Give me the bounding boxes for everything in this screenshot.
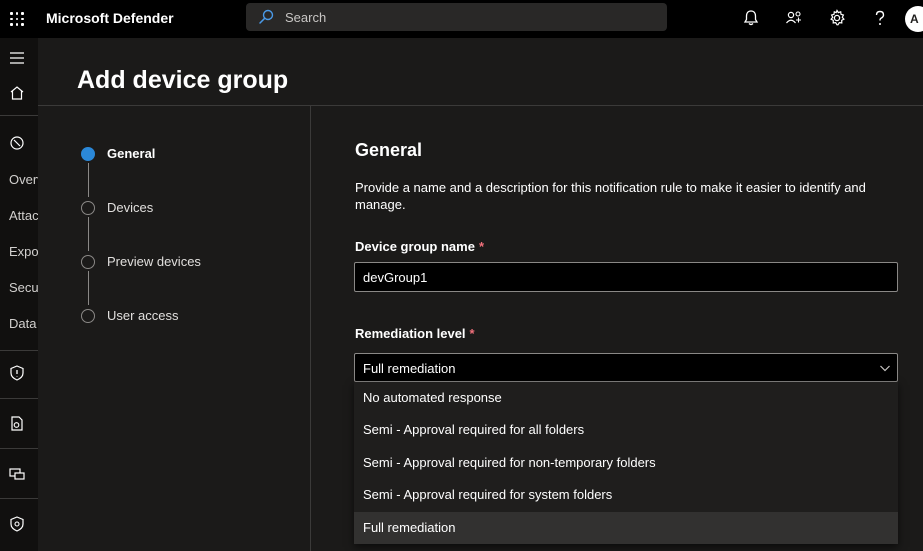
gear-icon[interactable] (827, 8, 847, 28)
device-group-name-input[interactable] (354, 262, 898, 292)
avatar[interactable]: A (905, 6, 923, 32)
chevron-down-icon (880, 365, 890, 372)
shield-icon[interactable] (8, 364, 26, 382)
devices-icon[interactable] (8, 465, 26, 483)
section-description: Provide a name and a description for thi… (355, 180, 866, 212)
nav-item-attack[interactable]: Attac (9, 208, 38, 223)
option-full-remediation[interactable]: Full remediation (354, 512, 898, 544)
step-indicator (81, 309, 95, 323)
step-indicator-active (81, 147, 95, 161)
required-marker: * (478, 239, 484, 254)
nav-separator (0, 448, 38, 449)
device-group-name-label: Device group name * (355, 239, 484, 254)
remediation-level-dropdown: No automated response Semi - Approval re… (354, 382, 898, 544)
nav-item-data[interactable]: Data (9, 316, 36, 331)
option-semi-non-temporary-folders[interactable]: Semi - Approval required for non-tempora… (354, 447, 898, 479)
bell-icon[interactable] (741, 8, 761, 28)
section-title: General (355, 140, 423, 160)
left-nav: Overv Attac Expo Secur Data (0, 38, 38, 551)
label-text: Remediation level (355, 326, 466, 341)
home-icon[interactable] (8, 84, 26, 102)
step-label: General (107, 146, 156, 161)
step-connector (88, 163, 89, 197)
nav-item-overview[interactable]: Overv (9, 172, 38, 187)
option-semi-system-folders[interactable]: Semi - Approval required for system fold… (354, 479, 898, 511)
step-label: Preview devices (107, 254, 201, 269)
step-label: Devices (107, 200, 154, 215)
step-label: User access (107, 308, 179, 323)
top-bar: Microsoft Defender Search A (0, 0, 923, 38)
option-no-automated-response[interactable]: No automated response (354, 382, 898, 414)
remediation-level-label: Remediation level * (355, 326, 475, 341)
required-marker: * (469, 326, 475, 341)
nav-separator (0, 498, 38, 499)
hunting-icon[interactable] (8, 415, 26, 433)
step-connector (88, 217, 89, 251)
share-icon[interactable] (784, 8, 804, 28)
step-indicator (81, 201, 95, 215)
waffle-icon[interactable] (10, 12, 24, 26)
hamburger-icon[interactable] (8, 49, 26, 67)
incidents-icon[interactable] (8, 134, 26, 152)
nav-separator (0, 115, 38, 116)
nav-item-security[interactable]: Secur (9, 280, 38, 295)
nav-separator (0, 398, 38, 399)
select-value: Full remediation (363, 361, 456, 376)
steps-divider (310, 106, 311, 551)
header-divider (38, 105, 923, 106)
search-icon (259, 9, 274, 24)
page-title: Add device group (77, 66, 289, 94)
nav-separator (0, 350, 38, 351)
remediation-level-select[interactable]: Full remediation (354, 353, 898, 382)
search-box[interactable]: Search (246, 3, 667, 31)
help-icon[interactable] (870, 8, 890, 28)
step-indicator (81, 255, 95, 269)
settings-shield-icon[interactable] (8, 515, 26, 533)
search-placeholder: Search (285, 10, 327, 25)
app-title[interactable]: Microsoft Defender (46, 10, 174, 26)
step-connector (88, 271, 89, 305)
option-semi-all-folders[interactable]: Semi - Approval required for all folders (354, 414, 898, 446)
label-text: Device group name (355, 239, 475, 254)
nav-item-exposure[interactable]: Expo (9, 244, 38, 259)
